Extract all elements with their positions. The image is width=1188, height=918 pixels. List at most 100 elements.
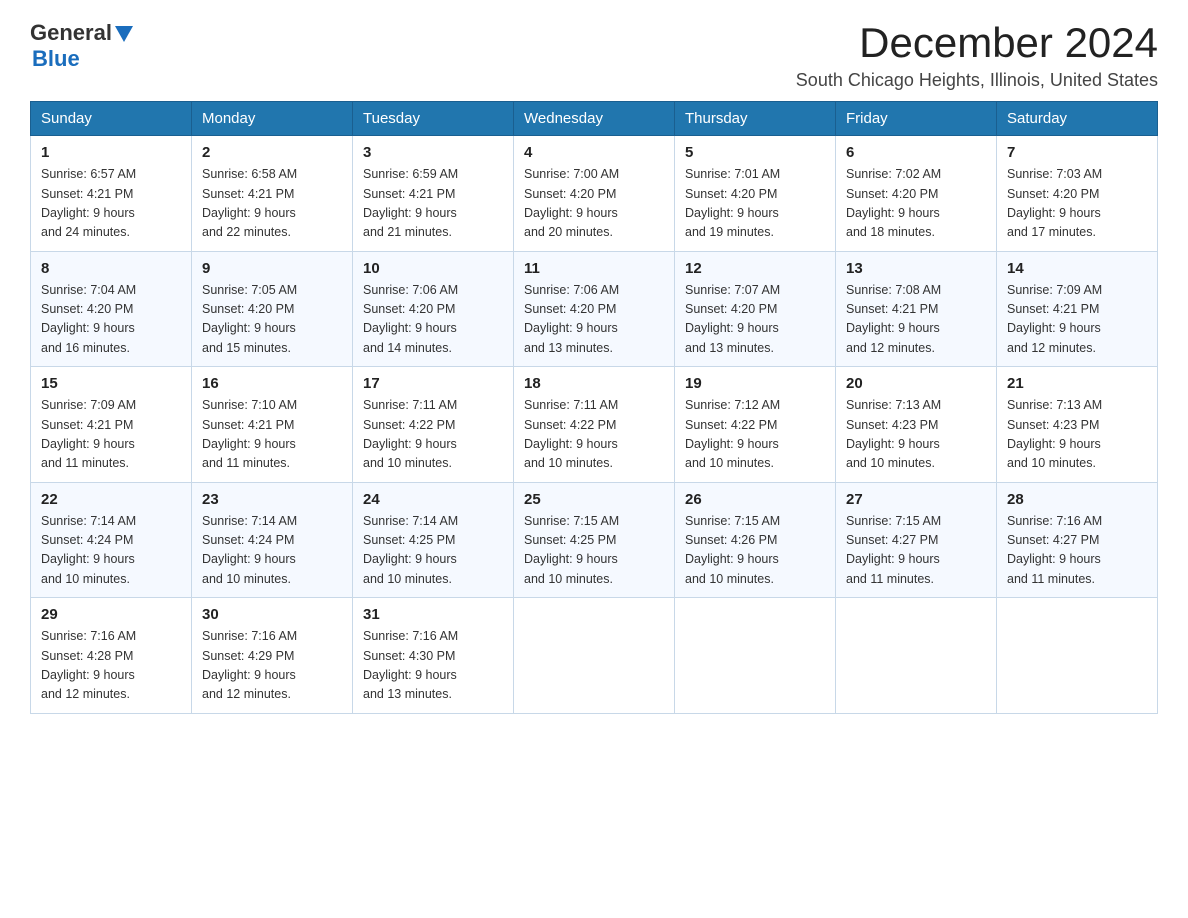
day-info: Sunrise: 7:11 AMSunset: 4:22 PMDaylight:… [363, 396, 503, 474]
day-number: 3 [363, 144, 503, 161]
day-number: 10 [363, 260, 503, 277]
calendar-cell: 24 Sunrise: 7:14 AMSunset: 4:25 PMDayligh… [353, 482, 514, 598]
day-number: 15 [41, 375, 181, 392]
calendar-cell: 1Sunrise: 6:57 AMSunset: 4:21 PMDaylight… [31, 136, 192, 252]
day-info: Sunrise: 7:12 AMSunset: 4:22 PMDaylight:… [685, 396, 825, 474]
day-number: 30 [202, 606, 342, 623]
header-monday: Monday [192, 102, 353, 136]
calendar-cell [997, 598, 1158, 714]
calendar-cell: 12 Sunrise: 7:07 AMSunset: 4:20 PMDayligh… [675, 251, 836, 367]
calendar-cell: 10Sunrise: 7:06 AMSunset: 4:20 PMDayligh… [353, 251, 514, 367]
day-number: 16 [202, 375, 342, 392]
day-info: Sunrise: 7:04 AMSunset: 4:20 PMDaylight:… [41, 281, 181, 359]
calendar-cell: 20Sunrise: 7:13 AMSunset: 4:23 PMDayligh… [836, 367, 997, 483]
calendar-cell [675, 598, 836, 714]
page-header: General Blue December 2024 South Chicago… [30, 20, 1158, 91]
calendar-cell: 4Sunrise: 7:00 AMSunset: 4:20 PMDaylight… [514, 136, 675, 252]
calendar-cell: 22Sunrise: 7:14 AMSunset: 4:24 PMDayligh… [31, 482, 192, 598]
day-number: 12 [685, 260, 825, 277]
calendar-cell: 5 Sunrise: 7:01 AMSunset: 4:20 PMDaylight… [675, 136, 836, 252]
logo-general-text: General [30, 20, 112, 46]
day-number: 25 [524, 491, 664, 508]
calendar-week-row: 29 Sunrise: 7:16 AMSunset: 4:28 PMDayligh… [31, 598, 1158, 714]
calendar-cell: 2 Sunrise: 6:58 AMSunset: 4:21 PMDaylight… [192, 136, 353, 252]
day-number: 6 [846, 144, 986, 161]
calendar-cell: 21Sunrise: 7:13 AMSunset: 4:23 PMDayligh… [997, 367, 1158, 483]
day-info: Sunrise: 7:14 AMSunset: 4:25 PMDaylight:… [363, 512, 503, 590]
day-info: Sunrise: 7:15 AMSunset: 4:27 PMDaylight:… [846, 512, 986, 590]
day-info: Sunrise: 7:13 AMSunset: 4:23 PMDaylight:… [846, 396, 986, 474]
calendar-cell: 9 Sunrise: 7:05 AMSunset: 4:20 PMDaylight… [192, 251, 353, 367]
calendar-cell: 19Sunrise: 7:12 AMSunset: 4:22 PMDayligh… [675, 367, 836, 483]
day-info: Sunrise: 7:06 AMSunset: 4:20 PMDaylight:… [524, 281, 664, 359]
day-info: Sunrise: 7:09 AMSunset: 4:21 PMDaylight:… [41, 396, 181, 474]
day-number: 24 [363, 491, 503, 508]
calendar-cell: 28Sunrise: 7:16 AMSunset: 4:27 PMDayligh… [997, 482, 1158, 598]
calendar-cell: 6 Sunrise: 7:02 AMSunset: 4:20 PMDaylight… [836, 136, 997, 252]
calendar-cell: 25 Sunrise: 7:15 AMSunset: 4:25 PMDayligh… [514, 482, 675, 598]
header-tuesday: Tuesday [353, 102, 514, 136]
calendar-cell: 29 Sunrise: 7:16 AMSunset: 4:28 PMDayligh… [31, 598, 192, 714]
header-sunday: Sunday [31, 102, 192, 136]
day-info: Sunrise: 7:16 AMSunset: 4:27 PMDaylight:… [1007, 512, 1147, 590]
day-info: Sunrise: 7:03 AMSunset: 4:20 PMDaylight:… [1007, 165, 1147, 243]
calendar-week-row: 8 Sunrise: 7:04 AMSunset: 4:20 PMDaylight… [31, 251, 1158, 367]
calendar-cell: 31 Sunrise: 7:16 AMSunset: 4:30 PMDayligh… [353, 598, 514, 714]
calendar-cell: 8 Sunrise: 7:04 AMSunset: 4:20 PMDaylight… [31, 251, 192, 367]
day-number: 31 [363, 606, 503, 623]
day-info: Sunrise: 7:08 AMSunset: 4:21 PMDaylight:… [846, 281, 986, 359]
day-number: 7 [1007, 144, 1147, 161]
header-wednesday: Wednesday [514, 102, 675, 136]
logo: General Blue [30, 20, 133, 72]
calendar-cell: 16Sunrise: 7:10 AMSunset: 4:21 PMDayligh… [192, 367, 353, 483]
day-info: Sunrise: 7:15 AMSunset: 4:25 PMDaylight:… [524, 512, 664, 590]
calendar-cell: 14 Sunrise: 7:09 AMSunset: 4:21 PMDayligh… [997, 251, 1158, 367]
calendar-cell [514, 598, 675, 714]
header-saturday: Saturday [997, 102, 1158, 136]
calendar-cell: 18Sunrise: 7:11 AMSunset: 4:22 PMDayligh… [514, 367, 675, 483]
day-number: 5 [685, 144, 825, 161]
day-number: 1 [41, 144, 181, 161]
day-info: Sunrise: 7:02 AMSunset: 4:20 PMDaylight:… [846, 165, 986, 243]
day-number: 17 [363, 375, 503, 392]
calendar-cell: 30Sunrise: 7:16 AMSunset: 4:29 PMDayligh… [192, 598, 353, 714]
day-info: Sunrise: 7:16 AMSunset: 4:30 PMDaylight:… [363, 627, 503, 705]
day-number: 8 [41, 260, 181, 277]
calendar-cell: 13 Sunrise: 7:08 AMSunset: 4:21 PMDayligh… [836, 251, 997, 367]
day-number: 29 [41, 606, 181, 623]
logo-triangle-icon [115, 26, 133, 42]
day-info: Sunrise: 7:01 AMSunset: 4:20 PMDaylight:… [685, 165, 825, 243]
day-info: Sunrise: 7:00 AMSunset: 4:20 PMDaylight:… [524, 165, 664, 243]
calendar-cell: 23 Sunrise: 7:14 AMSunset: 4:24 PMDayligh… [192, 482, 353, 598]
day-number: 26 [685, 491, 825, 508]
title-section: December 2024 South Chicago Heights, Ill… [796, 20, 1158, 91]
day-number: 13 [846, 260, 986, 277]
calendar-cell [836, 598, 997, 714]
calendar-week-row: 1Sunrise: 6:57 AMSunset: 4:21 PMDaylight… [31, 136, 1158, 252]
day-info: Sunrise: 7:15 AMSunset: 4:26 PMDaylight:… [685, 512, 825, 590]
day-info: Sunrise: 7:09 AMSunset: 4:21 PMDaylight:… [1007, 281, 1147, 359]
day-info: Sunrise: 7:05 AMSunset: 4:20 PMDaylight:… [202, 281, 342, 359]
day-info: Sunrise: 7:14 AMSunset: 4:24 PMDaylight:… [202, 512, 342, 590]
calendar-table: Sunday Monday Tuesday Wednesday Thursday… [30, 101, 1158, 714]
day-number: 11 [524, 260, 664, 277]
logo-blue-text: Blue [32, 46, 80, 72]
day-number: 18 [524, 375, 664, 392]
header-friday: Friday [836, 102, 997, 136]
calendar-week-row: 22Sunrise: 7:14 AMSunset: 4:24 PMDayligh… [31, 482, 1158, 598]
day-info: Sunrise: 7:16 AMSunset: 4:28 PMDaylight:… [41, 627, 181, 705]
day-number: 9 [202, 260, 342, 277]
day-info: Sunrise: 7:13 AMSunset: 4:23 PMDaylight:… [1007, 396, 1147, 474]
calendar-title: December 2024 [796, 20, 1158, 66]
calendar-cell: 7 Sunrise: 7:03 AMSunset: 4:20 PMDaylight… [997, 136, 1158, 252]
calendar-subtitle: South Chicago Heights, Illinois, United … [796, 70, 1158, 91]
calendar-cell: 26 Sunrise: 7:15 AMSunset: 4:26 PMDayligh… [675, 482, 836, 598]
day-number: 14 [1007, 260, 1147, 277]
calendar-cell: 15 Sunrise: 7:09 AMSunset: 4:21 PMDayligh… [31, 367, 192, 483]
day-info: Sunrise: 7:07 AMSunset: 4:20 PMDaylight:… [685, 281, 825, 359]
day-number: 23 [202, 491, 342, 508]
day-info: Sunrise: 7:14 AMSunset: 4:24 PMDaylight:… [41, 512, 181, 590]
day-info: Sunrise: 6:58 AMSunset: 4:21 PMDaylight:… [202, 165, 342, 243]
header-thursday: Thursday [675, 102, 836, 136]
day-number: 2 [202, 144, 342, 161]
